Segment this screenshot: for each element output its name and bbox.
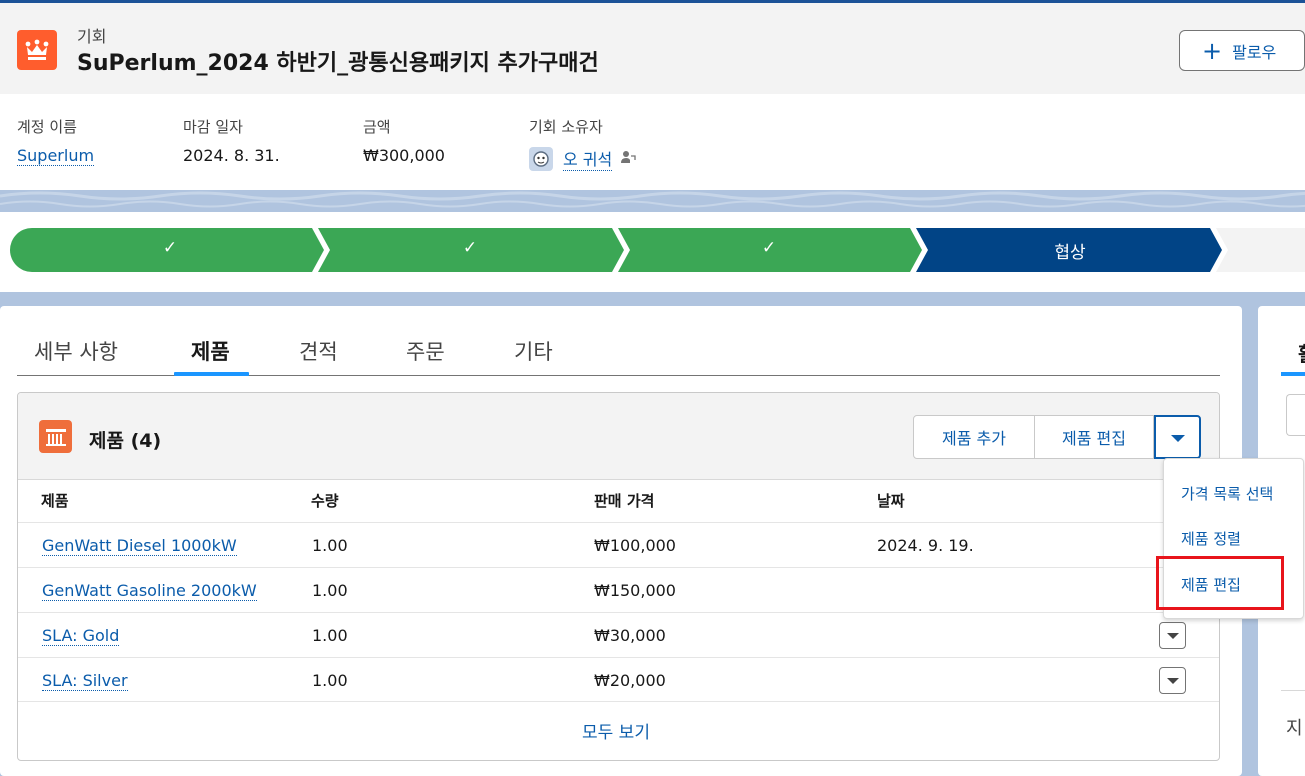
menu-item-sort-products[interactable]: 제품 정렬	[1181, 528, 1241, 549]
stage-complete-check: ✓	[462, 238, 478, 258]
crown-icon	[17, 30, 57, 70]
product-link[interactable]: GenWatt Diesel 1000kW	[42, 536, 237, 556]
highlights-panel: 계정 이름 Superlum 마감 일자 2024. 8. 31. 금액 ₩30…	[0, 94, 1305, 190]
view-all-link[interactable]: 모두 보기	[582, 718, 650, 743]
field-label: 금액	[363, 118, 391, 136]
highlight-close-date: 마감 일자 2024. 8. 31.	[183, 116, 280, 165]
table-row: SLA: Silver 1.00 ₩20,000	[18, 657, 1219, 702]
field-label: 계정 이름	[17, 118, 77, 136]
menu-item-select-price-book[interactable]: 가격 목록 선택	[1181, 483, 1273, 504]
account-link[interactable]: Superlum	[17, 146, 95, 166]
price-cell: ₩20,000	[594, 671, 666, 690]
row-actions-button[interactable]	[1159, 622, 1186, 649]
sales-path: ✓ ✓ ✓ 협상	[0, 212, 1305, 292]
price-cell: ₩150,000	[594, 581, 676, 600]
divider	[1281, 690, 1305, 691]
related-list-footer: 모두 보기	[18, 701, 1219, 760]
quantity-cell: 1.00	[312, 581, 348, 600]
highlight-owner: 기회 소유자 오 귀석	[529, 116, 636, 171]
stage-complete-check: ✓	[162, 238, 178, 258]
column-header-sales-price: 판매 가격	[594, 492, 655, 510]
column-header-product: 제품	[41, 492, 69, 510]
side-tab-indicator	[1281, 372, 1305, 376]
column-header-quantity: 수량	[311, 492, 339, 510]
quantity-cell: 1.00	[312, 626, 348, 645]
related-list-title[interactable]: 제품 (4)	[89, 426, 161, 453]
follow-label: 팔로우	[1232, 42, 1277, 62]
product-link[interactable]: SLA: Gold	[42, 626, 120, 646]
product-icon	[39, 420, 72, 453]
header-band	[0, 190, 1305, 212]
column-header-date: 날짜	[877, 492, 905, 510]
tab-bar: 세부 사항 제품 견적 주문 기타	[17, 306, 1220, 376]
price-cell: ₩100,000	[594, 536, 676, 555]
chevron-down-icon	[1166, 632, 1179, 639]
tab-orders[interactable]: 주문	[406, 336, 445, 376]
more-actions-button[interactable]	[1154, 415, 1201, 459]
tab-products[interactable]: 제품	[191, 336, 230, 376]
owner-link[interactable]: 오 귀석	[563, 146, 613, 171]
stage-complete-check: ✓	[761, 238, 777, 258]
related-list-actions: 제품 추가 제품 편집	[913, 415, 1201, 459]
path-stage-5[interactable]	[1216, 228, 1305, 272]
row-actions-button[interactable]	[1159, 667, 1186, 694]
table-row: GenWatt Diesel 1000kW 1.00 ₩100,000 2024…	[18, 522, 1219, 567]
tab-quotes[interactable]: 견적	[299, 336, 338, 376]
change-owner-icon[interactable]	[620, 149, 636, 169]
edit-products-button[interactable]: 제품 편집	[1035, 415, 1154, 459]
main-card: 세부 사항 제품 견적 주문 기타 제품 (4) 제품 추가 제품 편집 제품 …	[0, 306, 1242, 776]
record-header: 기회 SuPerlum_2024 하반기_광통신용패키지 추가구매건 + 팔로우	[0, 0, 1305, 94]
tab-details[interactable]: 세부 사항	[34, 336, 118, 376]
side-text-fragment: 지	[1286, 718, 1303, 739]
related-list-header: 제품 (4) 제품 추가 제품 편집	[18, 393, 1219, 480]
chevron-down-icon	[1170, 428, 1185, 447]
field-value: ₩300,000	[363, 146, 445, 165]
field-label: 기회 소유자	[529, 118, 603, 136]
table-row: GenWatt Gasoline 2000kW 1.00 ₩150,000	[18, 567, 1219, 612]
avatar	[529, 146, 553, 171]
active-tab-indicator	[174, 372, 249, 376]
highlight-amount: 금액 ₩300,000	[363, 116, 445, 165]
record-type-label: 기회	[77, 27, 107, 46]
field-value: 2024. 8. 31.	[183, 146, 280, 165]
product-link[interactable]: GenWatt Gasoline 2000kW	[42, 581, 257, 601]
add-product-button[interactable]: 제품 추가	[913, 415, 1035, 459]
date-cell: 2024. 9. 19.	[877, 536, 974, 555]
quantity-cell: 1.00	[312, 671, 348, 690]
quantity-cell: 1.00	[312, 536, 348, 555]
plus-icon: +	[1202, 36, 1223, 65]
product-link[interactable]: SLA: Silver	[42, 671, 128, 691]
stage-current-label: 협상	[1054, 243, 1086, 263]
highlight-account-name: 계정 이름 Superlum	[17, 116, 95, 166]
tab-other[interactable]: 기타	[514, 336, 553, 376]
follow-button[interactable]: + 팔로우	[1179, 30, 1305, 71]
side-input-fragment[interactable]	[1286, 394, 1305, 436]
side-tab-fragment[interactable]: 활	[1298, 338, 1305, 367]
field-label: 마감 일자	[183, 118, 243, 136]
table-row: SLA: Gold 1.00 ₩30,000	[18, 612, 1219, 657]
chevron-down-icon	[1166, 677, 1179, 684]
page-title: SuPerlum_2024 하반기_광통신용패키지 추가구매건	[77, 51, 599, 76]
price-cell: ₩30,000	[594, 626, 666, 645]
highlight-box	[1156, 556, 1284, 610]
products-related-list: 제품 (4) 제품 추가 제품 편집 제품 수량 판매 가격 날짜 GenWat…	[17, 392, 1220, 761]
